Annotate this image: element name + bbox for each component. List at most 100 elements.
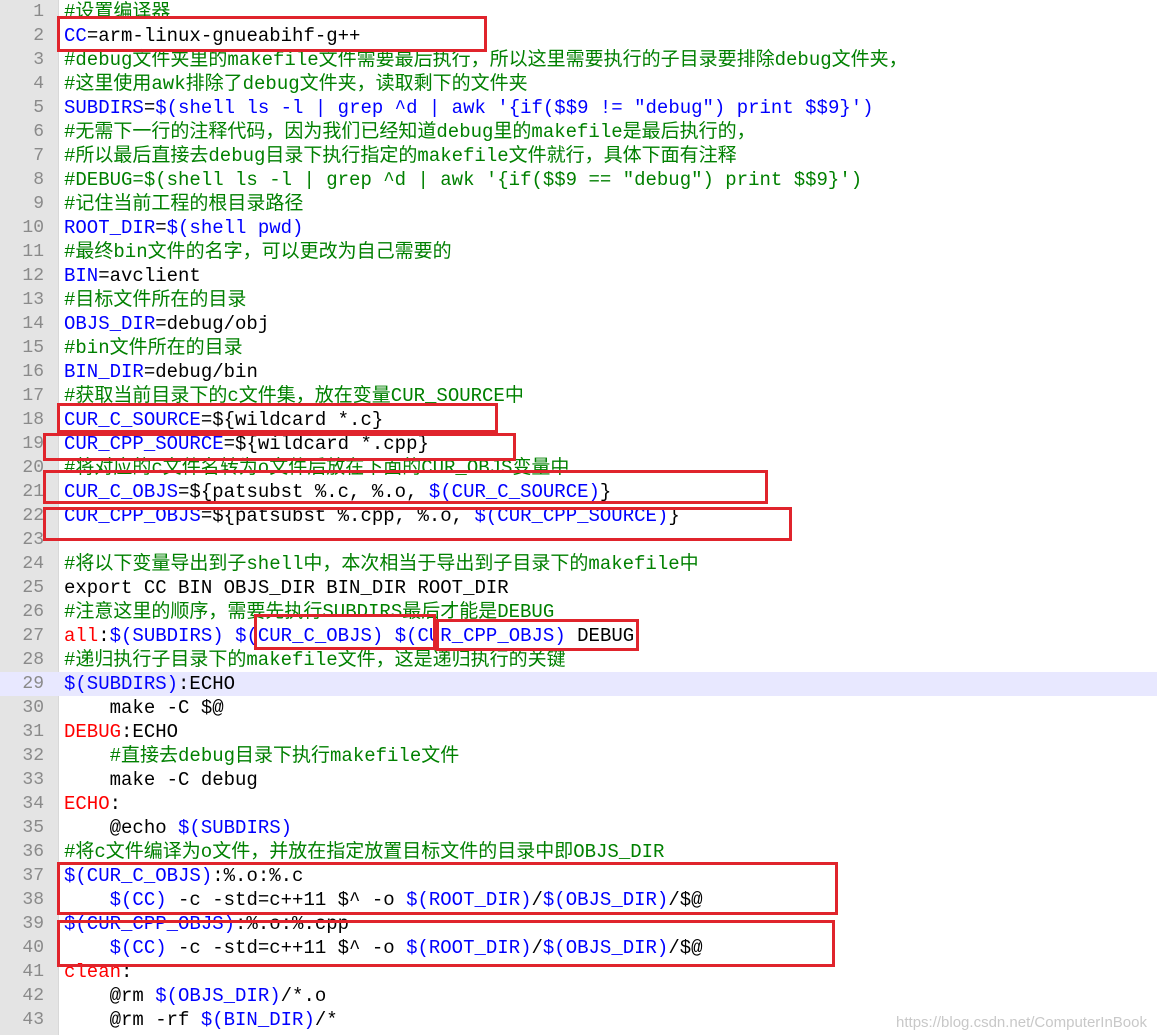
highlight-box-cur-c-source: [57, 403, 498, 433]
line-number: 2: [33, 26, 44, 46]
line-code: #所以最后直接去debug目录下执行指定的makefile文件就行，具体下面有注…: [64, 144, 737, 168]
line-code: #将c文件编译为o文件，并放在指定放置目标文件的目录中即OBJS_DIR: [64, 840, 664, 864]
code-token: @echo: [64, 817, 179, 839]
code-line[interactable]: 30 make -C $@: [0, 696, 1157, 720]
code-token: ROOT_DIR: [64, 217, 156, 239]
code-line[interactable]: 14 OBJS_DIR=debug/obj: [0, 312, 1157, 336]
code-line[interactable]: 31 DEBUG:ECHO: [0, 720, 1157, 744]
code-line[interactable]: 34 ECHO:: [0, 792, 1157, 816]
code-line[interactable]: 9 #记住当前工程的根目录路径: [0, 192, 1157, 216]
line-code: #将以下变量导出到子shell中，本次相当于导出到子目录下的makefile中: [64, 552, 699, 576]
line-number: 35: [22, 818, 44, 838]
code-token: @rm: [64, 985, 156, 1007]
line-code: #DEBUG=$(shell ls -l | grep ^d | awk '{i…: [64, 168, 862, 192]
code-token: BIN_DIR: [64, 361, 144, 383]
line-number: 33: [22, 770, 44, 790]
line-number: 34: [22, 794, 44, 814]
code-token: make -C debug: [64, 769, 258, 791]
code-token: /*: [314, 1009, 338, 1031]
code-line[interactable]: 7 #所以最后直接去debug目录下执行指定的makefile文件就行，具体下面有…: [0, 144, 1157, 168]
code-token: $(SUBDIRS): [109, 625, 224, 647]
line-number: 32: [22, 746, 44, 766]
code-token: export CC BIN OBJS_DIR BIN_DIR ROOT_DIR: [64, 577, 509, 599]
code-line[interactable]: 32 #直接去debug目录下执行makefile文件: [0, 744, 1157, 768]
line-code: #直接去debug目录下执行makefile文件: [64, 744, 460, 768]
line-number: 31: [22, 722, 44, 742]
code-line[interactable]: 8 #DEBUG=$(shell ls -l | grep ^d | awk '{…: [0, 168, 1157, 192]
line-number: 9: [33, 194, 44, 214]
code-line[interactable]: 24 #将以下变量导出到子shell中，本次相当于导出到子目录下的makefile…: [0, 552, 1157, 576]
line-number: 42: [22, 986, 44, 1006]
line-number: 27: [22, 626, 44, 646]
code-token: =debug/bin: [143, 361, 258, 383]
code-token: #所以最后直接去debug目录下执行指定的makefile文件就行，具体下面有注…: [64, 145, 737, 167]
code-token: #这里使用awk排除了debug文件夹，读取剩下的文件夹: [64, 73, 528, 95]
code-token: #将以下变量导出到子shell中，本次相当于导出到子目录下的makefile中: [64, 553, 699, 575]
line-number: 30: [22, 698, 44, 718]
code-line[interactable]: 15 #bin文件所在的目录: [0, 336, 1157, 360]
line-code: $(SUBDIRS):ECHO: [64, 672, 235, 696]
code-token: :: [98, 625, 110, 647]
line-number: 21: [22, 482, 44, 502]
code-token: :ECHO: [121, 721, 179, 743]
code-line[interactable]: 11 #最终bin文件的名字，可以更改为自己需要的: [0, 240, 1157, 264]
code-token: =: [143, 97, 156, 119]
code-line[interactable]: 4 #这里使用awk排除了debug文件夹，读取剩下的文件夹: [0, 72, 1157, 96]
line-code: SUBDIRS=$(shell ls -l | grep ^d | awk '{…: [64, 96, 874, 120]
code-token: $(SUBDIRS): [64, 673, 179, 695]
code-token: $(shell ls -l | grep ^d | awk '{if($$9 !…: [155, 97, 874, 119]
line-code: OBJS_DIR=debug/obj: [64, 312, 269, 336]
code-line[interactable]: 25 export CC BIN OBJS_DIR BIN_DIR ROOT_DI…: [0, 576, 1157, 600]
line-number: 22: [22, 506, 44, 526]
code-token: #目标文件所在的目录: [64, 289, 247, 311]
code-line[interactable]: 36 #将c文件编译为o文件，并放在指定放置目标文件的目录中即OBJS_DIR: [0, 840, 1157, 864]
line-number: 12: [22, 266, 44, 286]
highlight-box-all-c-objs: [254, 614, 436, 650]
line-number: 40: [22, 938, 44, 958]
code-token: #无需下一行的注释代码，因为我们已经知道debug里的makefile是最后执行…: [64, 121, 756, 143]
line-code: #记住当前工程的根目录路径: [64, 192, 303, 216]
code-line[interactable]: 35 @echo $(SUBDIRS): [0, 816, 1157, 840]
code-token: make -C $@: [64, 697, 224, 719]
line-number: 26: [22, 602, 44, 622]
code-token: OBJS_DIR: [64, 313, 156, 335]
code-token: :: [109, 793, 122, 815]
line-number: 14: [22, 314, 44, 334]
code-line[interactable]: 13 #目标文件所在的目录: [0, 288, 1157, 312]
line-number: 10: [22, 218, 44, 238]
line-number: 36: [22, 842, 44, 862]
line-number: 4: [33, 74, 44, 94]
line-code: BIN=avclient: [64, 264, 201, 288]
line-number: 38: [22, 890, 44, 910]
line-number: 8: [33, 170, 44, 190]
line-number: 24: [22, 554, 44, 574]
line-code: ECHO:: [64, 792, 121, 816]
code-line[interactable]: 6 #无需下一行的注释代码，因为我们已经知道debug里的makefile是最后执…: [0, 120, 1157, 144]
code-line[interactable]: 10 ROOT_DIR=$(shell pwd): [0, 216, 1157, 240]
code-line[interactable]: 12 BIN=avclient: [0, 264, 1157, 288]
code-line[interactable]: 28 #递归执行子目录下的makefile文件，这是递归执行的关键: [0, 648, 1157, 672]
code-line[interactable]: 5 SUBDIRS=$(shell ls -l | grep ^d | awk '…: [0, 96, 1157, 120]
code-token: :ECHO: [178, 673, 236, 695]
code-line[interactable]: 42 @rm $(OBJS_DIR)/*.o: [0, 984, 1157, 1008]
code-token: ECHO: [64, 793, 110, 815]
line-number: 15: [22, 338, 44, 358]
line-code: #这里使用awk排除了debug文件夹，读取剩下的文件夹: [64, 72, 528, 96]
highlight-box-c-objs-rule: [57, 862, 838, 915]
code-token: $(shell pwd): [166, 217, 304, 239]
code-token: all: [64, 625, 99, 647]
line-code: #目标文件所在的目录: [64, 288, 246, 312]
code-token: =debug/obj: [155, 313, 270, 335]
code-line[interactable]: 33 make -C debug: [0, 768, 1157, 792]
code-line[interactable]: 16 BIN_DIR=debug/bin: [0, 360, 1157, 384]
code-line[interactable]: 29 $(SUBDIRS):ECHO: [0, 672, 1157, 696]
line-code: #无需下一行的注释代码，因为我们已经知道debug里的makefile是最后执行…: [64, 120, 756, 144]
code-token: =: [155, 217, 167, 239]
line-number: 37: [22, 866, 44, 886]
line-number: 13: [22, 290, 44, 310]
line-number: 29: [22, 674, 44, 694]
highlight-box-cur-cpp-objs: [43, 507, 792, 541]
line-number: 5: [33, 98, 44, 118]
code-token: #debug文件夹里的makefile文件需要最后执行，所以这里需要执行的子目录…: [64, 49, 908, 71]
